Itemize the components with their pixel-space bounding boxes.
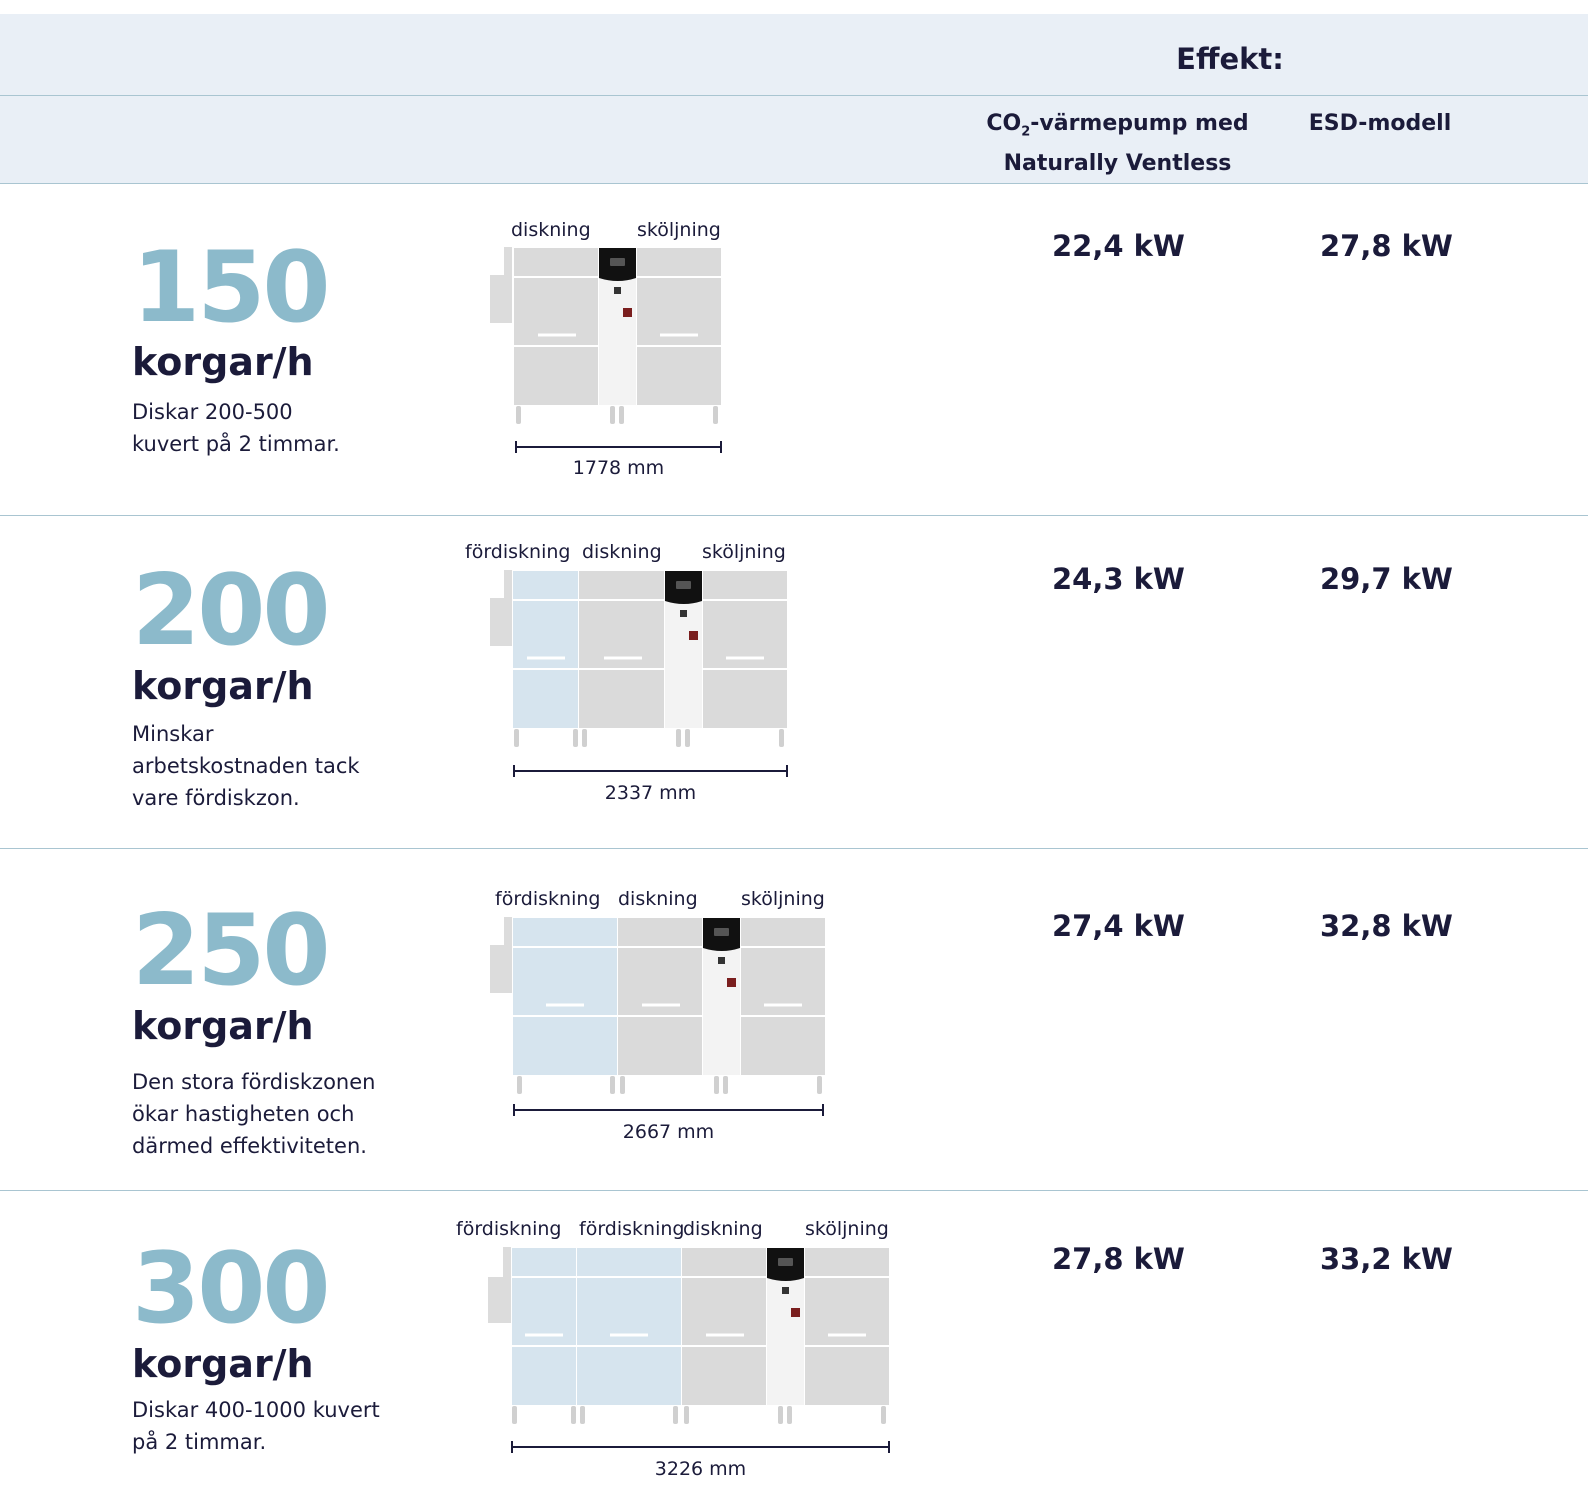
dishwasher-diagram	[490, 570, 788, 777]
dishwasher-diagram	[490, 917, 825, 1116]
zone-label: diskning	[683, 1218, 763, 1240]
power-button-icon	[689, 631, 698, 640]
brand-logo-icon	[782, 1287, 789, 1294]
wash-zone	[618, 918, 702, 1075]
dishwasher-diagram	[490, 247, 722, 453]
capacity-number: 200	[132, 554, 331, 668]
row-divider	[0, 515, 1588, 516]
wash-zone	[682, 1248, 766, 1405]
row-divider	[0, 848, 1588, 849]
capacity-unit: korgar/h	[132, 664, 314, 708]
co2-line2: Naturally Ventless	[1003, 151, 1232, 177]
machine-length: 2337 mm	[604, 782, 697, 804]
brand-logo-icon	[614, 287, 621, 294]
zone-label: diskning	[618, 888, 698, 910]
capacity-unit: korgar/h	[132, 1342, 314, 1386]
capacity-description: Diskar 400-1000 kuvert på 2 timmar.	[132, 1398, 380, 1454]
capacity-unit: korgar/h	[132, 340, 314, 384]
effekt-title: Effekt:	[1176, 42, 1284, 76]
header-divider	[0, 95, 1588, 96]
zone-label: fördiskning	[456, 1218, 562, 1240]
rinse-zone	[703, 571, 787, 728]
capacity-description: Diskar 200-500 kuvert på 2 timmar.	[132, 400, 340, 456]
row-divider	[0, 1190, 1588, 1191]
prewash-zone	[513, 918, 617, 1075]
entry-curtain	[504, 247, 512, 275]
brand-logo-icon	[718, 957, 725, 964]
zone-label: sköljning	[805, 1218, 889, 1240]
capacity-number: 150	[132, 231, 331, 345]
power-button-icon	[623, 308, 632, 317]
zone-label: fördiskning	[495, 888, 601, 910]
rinse-zone	[805, 1248, 889, 1405]
power-button-icon	[791, 1308, 800, 1317]
column-header-co2: CO2-värmepump med Naturally Ventless	[985, 108, 1250, 180]
zone-label: diskning	[582, 541, 662, 563]
zone-label: sköljning	[741, 888, 825, 910]
zone-label: sköljning	[702, 541, 786, 563]
prewash-zone	[513, 571, 578, 728]
power-button-icon	[727, 978, 736, 987]
zone-label: sköljning	[637, 219, 721, 241]
rinse-zone	[637, 248, 721, 405]
wash-zone	[579, 571, 664, 728]
machine-length: 1778 mm	[572, 457, 665, 479]
capacity-description: Minskar arbetskostnaden tack vare fördis…	[132, 722, 360, 810]
dishwasher-diagram	[488, 1247, 890, 1453]
capacity-number: 250	[132, 894, 331, 1008]
rinse-zone	[741, 918, 825, 1075]
co2-subscript: 2	[1021, 124, 1031, 140]
co2-power-value: 24,3 kW	[1052, 562, 1185, 596]
prewash-zone	[577, 1248, 681, 1405]
co2-power-value: 27,4 kW	[1052, 909, 1185, 943]
esd-power-value: 33,2 kW	[1320, 1242, 1453, 1276]
prewash-zone	[512, 1248, 576, 1405]
capacity-unit: korgar/h	[132, 1004, 314, 1048]
header-bottom-divider	[0, 183, 1588, 184]
machine-length: 2667 mm	[622, 1121, 715, 1143]
co2-power-value: 22,4 kW	[1052, 229, 1185, 263]
capacity-description: Den stora fördiskzonen ökar hastigheten …	[132, 1070, 376, 1158]
esd-power-value: 27,8 kW	[1320, 229, 1453, 263]
machine-length: 3226 mm	[654, 1458, 747, 1480]
zone-label: fördiskning	[579, 1218, 685, 1240]
zone-label: fördiskning	[465, 541, 571, 563]
table-header	[0, 14, 1588, 184]
esd-power-value: 29,7 kW	[1320, 562, 1453, 596]
zone-label: diskning	[511, 219, 591, 241]
brand-logo-icon	[680, 610, 687, 617]
co2-rest: -värmepump med	[1030, 111, 1249, 136]
display-screen	[610, 258, 625, 266]
esd-power-value: 32,8 kW	[1320, 909, 1453, 943]
co2-prefix: CO	[986, 111, 1022, 136]
co2-power-value: 27,8 kW	[1052, 1242, 1185, 1276]
capacity-number: 300	[132, 1232, 331, 1346]
column-header-esd: ESD-modell	[1308, 111, 1452, 136]
wash-zone	[514, 248, 598, 405]
loading-table	[490, 275, 512, 323]
